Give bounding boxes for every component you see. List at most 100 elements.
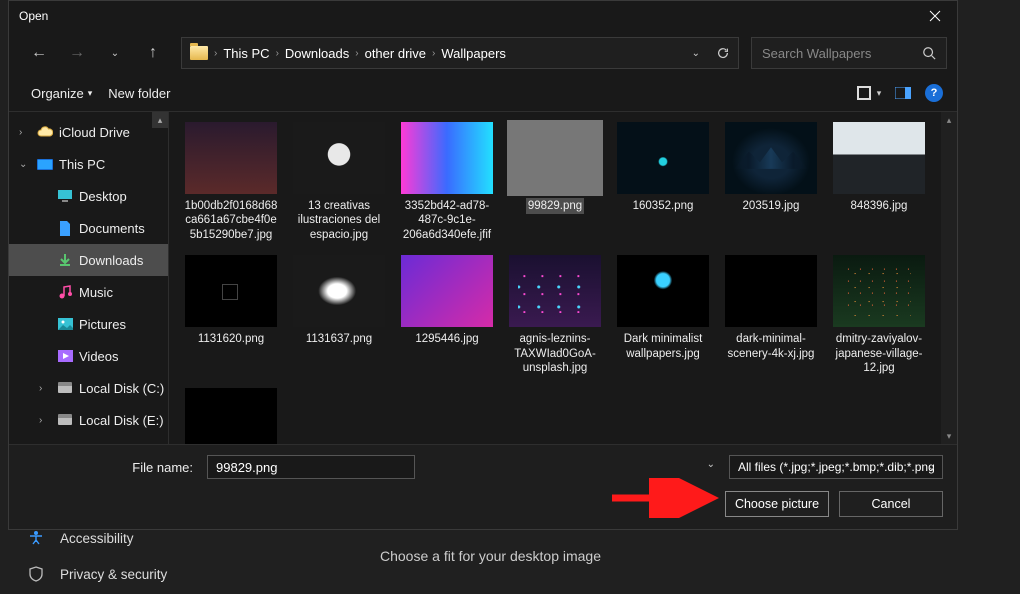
file-name-label: 13 creativas ilustraciones del espacio.j… <box>289 198 389 243</box>
file-name-label: 1131637.png <box>304 331 374 347</box>
file-thumbnail[interactable]: 1131637.png <box>287 251 391 380</box>
file-thumbnail[interactable]: dmitry-zaviyalov-japanese-village-12.jpg <box>827 251 931 380</box>
scroll-down-icon[interactable]: ▾ <box>941 428 957 444</box>
chevron-right-icon: › <box>432 48 435 59</box>
new-folder-button[interactable]: New folder <box>100 82 178 105</box>
tree-node[interactable]: ⌄ This PC <box>9 148 168 180</box>
sidebar-item-label: Accessibility <box>60 531 134 546</box>
thumbnail-image <box>509 255 601 327</box>
file-name-label: 203519.jpg <box>741 198 802 214</box>
toolbar: Organize ▾ New folder ▾ ? <box>9 75 957 111</box>
tree-node[interactable]: › Local Disk (C:) <box>9 372 168 404</box>
search-input[interactable]: Search Wallpapers <box>751 37 947 69</box>
organize-menu[interactable]: Organize ▾ <box>23 82 100 105</box>
file-thumbnail[interactable]: 848396.jpg <box>827 118 931 247</box>
thumbnail-image <box>725 122 817 194</box>
nav-tree: ▴ › iCloud Drive⌄ This PC Desktop Docume… <box>9 112 169 444</box>
file-name-label: 848396.jpg <box>849 198 910 214</box>
chevron-down-icon[interactable]: ⌄ <box>707 459 715 470</box>
tree-node[interactable]: Downloads <box>9 244 168 276</box>
tree-node-label: iCloud Drive <box>59 125 130 140</box>
file-name-label: dmitry-zaviyalov-japanese-village-12.jpg <box>829 331 929 376</box>
file-thumbnail[interactable]: dark-minimal-scenery-4k-xj.jpg <box>719 251 823 380</box>
tree-node[interactable]: › Local Disk (E:) <box>9 404 168 436</box>
filetype-select[interactable]: All files (*.jpg;*.jpeg;*.bmp;*.dib;*.pn… <box>729 455 943 479</box>
breadcrumb-segment[interactable]: Downloads <box>285 46 349 61</box>
file-name-label: 3352bd42-ad78-487c-9c1e-206a6d340efe.jfi… <box>397 198 497 243</box>
dialog-footer: File name: ⌄ All files (*.jpg;*.jpeg;*.b… <box>9 444 957 529</box>
breadcrumb-segment[interactable]: other drive <box>365 46 426 61</box>
tree-node-label: Documents <box>79 221 145 236</box>
chevron-icon: › <box>19 127 31 138</box>
filename-label: File name: <box>23 460 199 475</box>
file-thumbnail[interactable]: 1131620.png <box>179 251 283 380</box>
tree-node[interactable]: Documents <box>9 212 168 244</box>
tree-node[interactable]: › iCloud Drive <box>9 116 168 148</box>
file-thumbnail[interactable]: 13 creativas ilustraciones del espacio.j… <box>287 118 391 247</box>
help-icon: ? <box>931 87 938 99</box>
tree-node[interactable]: Desktop <box>9 180 168 212</box>
close-button[interactable] <box>913 1 957 31</box>
thumbnail-image <box>617 122 709 194</box>
scroll-up-icon[interactable]: ▴ <box>941 112 957 128</box>
chevron-icon: ⌄ <box>19 159 31 170</box>
breadcrumb-segment[interactable]: Wallpapers <box>441 46 506 61</box>
up-button[interactable]: ↑ <box>137 37 169 69</box>
address-bar[interactable]: › This PC › Downloads › other drive › Wa… <box>181 37 739 69</box>
forward-button[interactable]: → <box>61 37 93 69</box>
thumbnail-image <box>185 255 277 327</box>
tree-node-label: Local Disk (C:) <box>79 381 164 396</box>
settings-sidebar: Accessibility Privacy & security <box>0 520 330 592</box>
tree-node-label: Music <box>79 285 113 300</box>
file-thumbnail[interactable]: 1b00db2f0168d68ca661a67cbe4f0e5b15290be7… <box>179 118 283 247</box>
file-thumbnail[interactable]: 99829.png <box>503 118 607 247</box>
recent-button[interactable]: ⌄ <box>99 37 131 69</box>
file-thumbnail[interactable]: 160352.png <box>611 118 715 247</box>
thumbnail-image <box>833 255 925 327</box>
choose-picture-button[interactable]: Choose picture <box>725 491 829 517</box>
chevron-down-icon[interactable]: ⌄ <box>692 48 700 59</box>
navbar: ← → ⌄ ↑ › This PC › Downloads › other dr… <box>9 31 957 75</box>
preview-pane-button[interactable] <box>891 81 915 105</box>
cancel-button[interactable]: Cancel <box>839 491 943 517</box>
file-thumbnail[interactable]: 203519.jpg <box>719 118 823 247</box>
file-name-label: 99829.png <box>526 198 584 214</box>
video-icon <box>57 348 73 364</box>
disk-icon <box>57 412 73 428</box>
arrow-right-icon: → <box>69 44 85 62</box>
refresh-button[interactable] <box>716 46 730 60</box>
thumbnail-image <box>833 122 925 194</box>
tree-node-label: Pictures <box>79 317 126 332</box>
content-scrollbar[interactable]: ▴ ▾ <box>941 112 957 444</box>
sidebar-item-privacy[interactable]: Privacy & security <box>0 556 330 592</box>
tree-node[interactable]: Music <box>9 276 168 308</box>
chevron-down-icon: ⌄ <box>111 48 119 59</box>
file-thumbnail[interactable] <box>179 384 283 444</box>
file-thumbnail[interactable]: Dark minimalist wallpapers.jpg <box>611 251 715 380</box>
help-button[interactable]: ? <box>925 84 943 102</box>
filename-input[interactable] <box>207 455 415 479</box>
fit-hint-text: Choose a fit for your desktop image <box>380 548 601 564</box>
tree-node-label: This PC <box>59 157 105 172</box>
file-thumbnail[interactable]: 1295446.jpg <box>395 251 499 380</box>
sidebar-item-label: Privacy & security <box>60 567 167 582</box>
file-name-label: dark-minimal-scenery-4k-xj.jpg <box>721 331 821 362</box>
preview-pane-icon <box>895 87 911 99</box>
chevron-down-icon: ▾ <box>877 88 882 99</box>
view-mode-button[interactable]: ▾ <box>857 81 881 105</box>
breadcrumb-segment[interactable]: This PC <box>223 46 269 61</box>
search-placeholder: Search Wallpapers <box>762 46 914 61</box>
file-thumbnail[interactable]: 3352bd42-ad78-487c-9c1e-206a6d340efe.jfi… <box>395 118 499 247</box>
tree-node[interactable]: Pictures <box>9 308 168 340</box>
music-icon <box>57 284 73 300</box>
disk-icon <box>57 380 73 396</box>
back-button[interactable]: ← <box>23 37 55 69</box>
chevron-down-icon: ▾ <box>88 88 93 99</box>
folder-icon <box>190 46 208 60</box>
thumbnail-image <box>293 122 385 194</box>
tree-scroll-up[interactable]: ▴ <box>152 112 168 128</box>
tree-node[interactable]: Videos <box>9 340 168 372</box>
file-thumbnail[interactable]: agnis-leznins-TAXWIad0GoA-unsplash.jpg <box>503 251 607 380</box>
accessibility-icon <box>28 530 44 546</box>
tree-node-label: Downloads <box>79 253 143 268</box>
